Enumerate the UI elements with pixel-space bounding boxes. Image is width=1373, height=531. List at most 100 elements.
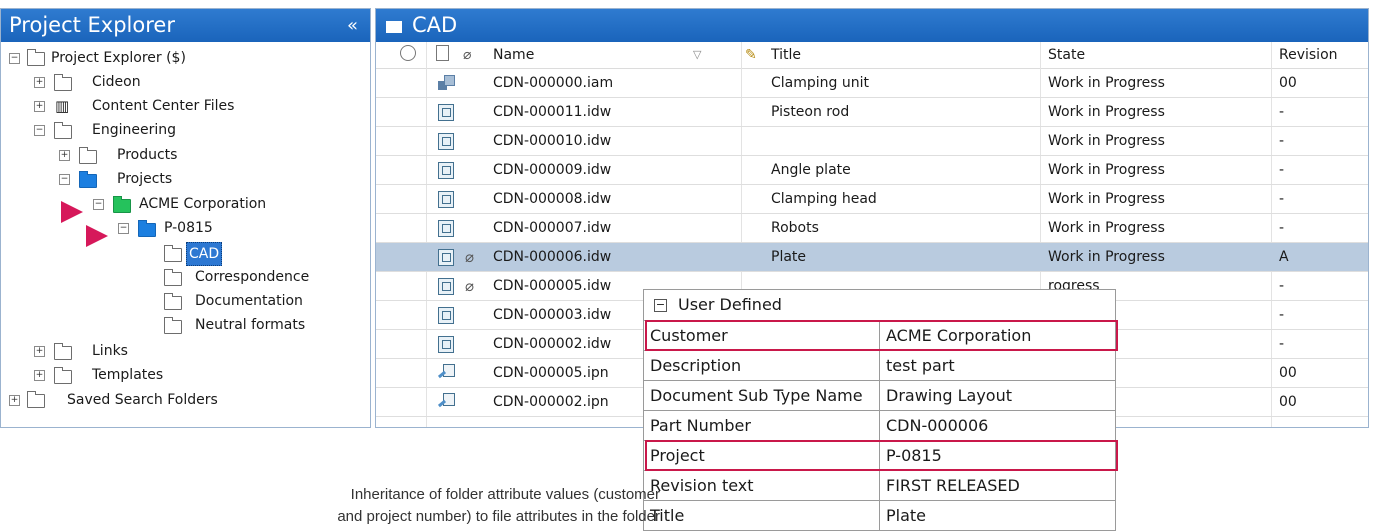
column-header-state[interactable]: State bbox=[1048, 42, 1248, 68]
drawing-file-icon bbox=[438, 307, 454, 324]
project-explorer-pane: Project Explorer « − Project Explorer ($… bbox=[0, 8, 371, 428]
user-defined-properties-panel: − User Defined Customer ACME Corporation D… bbox=[643, 289, 1118, 531]
file-title: Robots bbox=[771, 220, 819, 236]
expand-node-icon[interactable]: + bbox=[9, 395, 20, 406]
library-icon: ▥ bbox=[55, 97, 70, 115]
collapse-node-icon[interactable]: − bbox=[34, 125, 45, 136]
folder-icon bbox=[54, 343, 72, 360]
collapse-pane-icon[interactable]: « bbox=[347, 9, 358, 42]
file-row[interactable]: CDN-000000.iam Clamping unit Work in Progr… bbox=[376, 69, 1368, 98]
attachment-icon: ⌀ bbox=[465, 277, 475, 295]
property-name: Revision text bbox=[650, 476, 754, 495]
folder-icon bbox=[164, 245, 182, 262]
property-value: CDN-000006 bbox=[886, 416, 989, 435]
file-revision: - bbox=[1279, 307, 1285, 323]
file-name: CDN-000008.idw bbox=[493, 191, 612, 207]
file-title: Pisteon rod bbox=[771, 104, 850, 120]
file-revision: - bbox=[1279, 133, 1285, 149]
file-revision: 00 bbox=[1279, 75, 1297, 91]
folder-icon bbox=[54, 74, 72, 91]
file-row[interactable]: CDN-000011.idw Pisteon rod Work in Progres… bbox=[376, 98, 1368, 127]
file-type-column-icon[interactable] bbox=[436, 42, 454, 68]
column-header-name[interactable]: Name ▽ bbox=[493, 42, 733, 68]
folder-icon bbox=[164, 269, 182, 286]
edit-column-icon[interactable]: ✎ bbox=[745, 42, 763, 68]
folder-icon bbox=[386, 21, 402, 33]
pointer-arrow-icon bbox=[86, 225, 108, 247]
assembly-file-icon bbox=[438, 75, 455, 90]
tree-item-label: Links bbox=[92, 343, 128, 359]
file-title: Plate bbox=[771, 249, 807, 265]
figure-caption: Inheritance of folder attribute values (… bbox=[60, 484, 660, 528]
file-name: CDN-000009.idw bbox=[493, 162, 612, 178]
expand-node-icon[interactable]: + bbox=[34, 346, 45, 357]
pointer-arrow-icon bbox=[61, 201, 83, 223]
presentation-file-icon bbox=[438, 393, 455, 410]
drawing-file-icon bbox=[438, 191, 454, 208]
expand-node-icon[interactable]: + bbox=[59, 150, 70, 161]
project-explorer-header: Project Explorer « bbox=[1, 9, 370, 42]
highlight-box bbox=[645, 440, 1118, 471]
file-title: Angle plate bbox=[771, 162, 851, 178]
folder-icon bbox=[164, 317, 182, 334]
property-row[interactable]: Document Sub Type Name Drawing Layout bbox=[644, 380, 1115, 410]
attachment-column-icon[interactable]: ⌀ bbox=[463, 42, 477, 68]
file-revision: 00 bbox=[1279, 365, 1297, 381]
file-state: Work in Progress bbox=[1048, 75, 1165, 91]
file-title bbox=[771, 127, 1036, 155]
file-row[interactable]: CDN-000007.idw Robots Work in Progress - bbox=[376, 214, 1368, 243]
property-value: Drawing Layout bbox=[886, 386, 1013, 405]
file-name: CDN-000011.idw bbox=[493, 104, 612, 120]
collapse-node-icon[interactable]: − bbox=[9, 53, 20, 64]
collapse-node-icon[interactable]: − bbox=[118, 223, 129, 234]
attachment-icon: ⌀ bbox=[465, 248, 475, 266]
file-row[interactable]: CDN-000010.idw Work in Progress - bbox=[376, 127, 1368, 156]
property-name: Description bbox=[650, 356, 742, 375]
column-header-revision[interactable]: Revision bbox=[1279, 42, 1368, 68]
drawing-file-icon bbox=[438, 162, 454, 179]
presentation-file-icon bbox=[438, 364, 455, 381]
saved-search-icon bbox=[27, 391, 45, 408]
collapse-node-icon[interactable]: − bbox=[59, 174, 70, 185]
file-revision: - bbox=[1279, 191, 1285, 207]
caption-line-1: Inheritance of folder attribute values (… bbox=[350, 486, 660, 503]
collapse-group-icon[interactable]: − bbox=[654, 299, 667, 312]
drawing-file-icon bbox=[438, 278, 454, 295]
tree-item-label: ACME Corporation bbox=[139, 196, 267, 212]
tree-item-label: P-0815 bbox=[164, 220, 213, 236]
file-revision: - bbox=[1279, 162, 1285, 178]
folder-icon bbox=[54, 122, 72, 139]
file-revision: - bbox=[1279, 104, 1285, 120]
property-row[interactable]: Description test part bbox=[644, 350, 1115, 380]
property-row[interactable]: Title Plate bbox=[644, 500, 1115, 530]
property-value: Plate bbox=[886, 506, 927, 525]
folder-icon bbox=[54, 367, 72, 384]
file-row[interactable]: CDN-000009.idw Angle plate Work in Progres… bbox=[376, 156, 1368, 185]
file-revision: A bbox=[1279, 249, 1289, 265]
expand-node-icon[interactable]: + bbox=[34, 77, 45, 88]
file-state: Work in Progress bbox=[1048, 191, 1165, 207]
file-state: Work in Progress bbox=[1048, 162, 1165, 178]
property-row[interactable]: Part Number CDN-000006 bbox=[644, 410, 1115, 440]
property-name: Part Number bbox=[650, 416, 751, 435]
properties-group-header[interactable]: − User Defined bbox=[644, 290, 1115, 320]
tree-item-label: Neutral formats bbox=[195, 317, 306, 333]
column-header-title[interactable]: Title bbox=[771, 42, 1031, 68]
drawing-file-icon bbox=[438, 104, 454, 121]
sort-icon[interactable]: ▽ bbox=[693, 42, 701, 68]
tree-item-label: Documentation bbox=[195, 293, 303, 309]
file-name: CDN-000007.idw bbox=[493, 220, 612, 236]
property-row[interactable]: Revision text FIRST RELEASED bbox=[644, 470, 1115, 500]
collapse-node-icon[interactable]: − bbox=[93, 199, 104, 210]
file-list-header: CAD bbox=[376, 9, 1368, 42]
expand-node-icon[interactable]: + bbox=[34, 101, 45, 112]
tree-item-label-selected: CAD bbox=[186, 242, 223, 266]
status-column-icon[interactable] bbox=[400, 42, 420, 68]
file-name: CDN-000006.idw bbox=[493, 249, 612, 265]
property-name: Document Sub Type Name bbox=[650, 386, 863, 405]
file-revision: 00 bbox=[1279, 394, 1297, 410]
file-row[interactable]: CDN-000008.idw Clamping head Work in Progr… bbox=[376, 185, 1368, 214]
expand-node-icon[interactable]: + bbox=[34, 370, 45, 381]
file-row[interactable]: ⌀ CDN-000006.idw Plate Work in Progress A bbox=[376, 243, 1368, 272]
tree-item-label: Products bbox=[117, 147, 178, 163]
